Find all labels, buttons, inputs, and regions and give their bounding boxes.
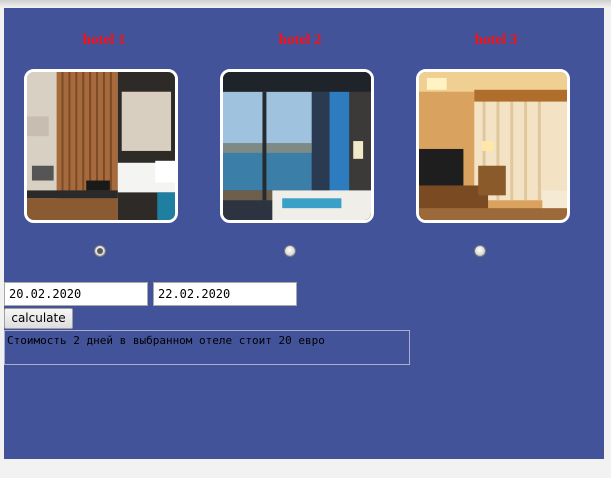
hotel-card-2: hotel 2 xyxy=(220,8,380,268)
hotel-2-radio[interactable] xyxy=(284,245,296,257)
date-from-input[interactable]: 20.02.2020 xyxy=(4,282,148,306)
result-textarea[interactable]: Стоимость 2 дней в выбранном отеле стоит… xyxy=(4,330,410,365)
hotel-2-room-image xyxy=(223,72,371,220)
hotel-2-photo xyxy=(220,69,374,223)
calculate-button[interactable]: calculate xyxy=(4,308,73,329)
date-to-input[interactable]: 22.02.2020 xyxy=(153,282,297,306)
hotel-card-1: hotel 1 xyxy=(24,8,184,268)
hotel-3-radio[interactable] xyxy=(474,245,486,257)
hotel-1-radio[interactable] xyxy=(94,245,106,257)
hotel-card-3: hotel 3 xyxy=(416,8,576,268)
hotel-3-photo xyxy=(416,69,570,223)
window-top-shadow xyxy=(0,0,611,8)
hotel-3-title: hotel 3 xyxy=(474,32,518,48)
hotel-2-title: hotel 2 xyxy=(278,32,322,48)
hotel-1-title: hotel 1 xyxy=(82,32,126,48)
hotel-1-photo xyxy=(24,69,178,223)
hotel-1-room-image xyxy=(27,72,175,220)
hotel-3-room-image xyxy=(419,72,567,220)
hotel-booking-panel: hotel 1 hotel 2 hotel 3 20.02.2020 22.02… xyxy=(4,8,604,459)
